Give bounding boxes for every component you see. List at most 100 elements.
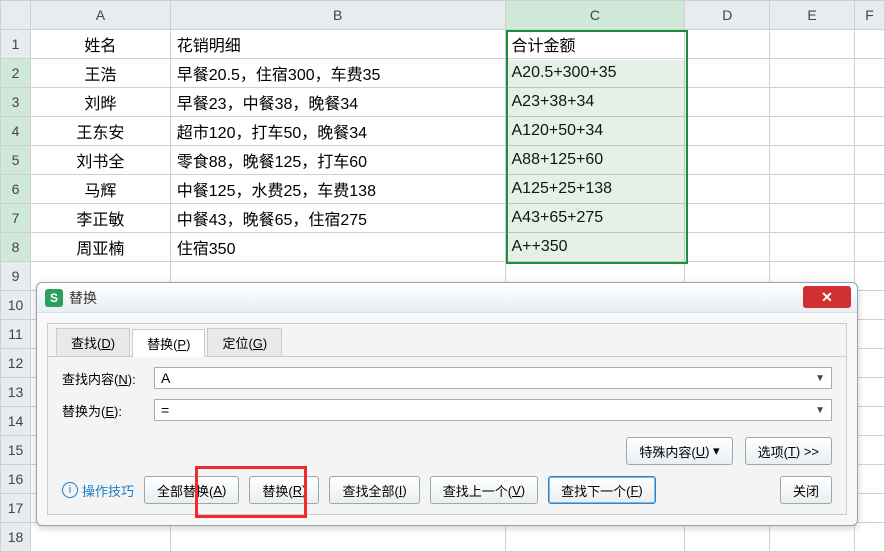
row-header[interactable]: 9: [1, 262, 31, 291]
cell[interactable]: [770, 175, 855, 204]
cell[interactable]: [770, 233, 855, 262]
tab-replace[interactable]: 替换(P): [132, 329, 205, 357]
select-all-corner[interactable]: [1, 1, 31, 30]
row-header[interactable]: 2: [1, 59, 31, 88]
cell[interactable]: 王东安: [30, 117, 170, 146]
cell[interactable]: [855, 117, 885, 146]
row-header[interactable]: 6: [1, 175, 31, 204]
cell[interactable]: 王浩: [30, 59, 170, 88]
cell[interactable]: [770, 59, 855, 88]
cell[interactable]: 刘书全: [30, 146, 170, 175]
cell[interactable]: [855, 523, 885, 552]
cell[interactable]: [855, 30, 885, 59]
replace-button[interactable]: 替换(R): [249, 476, 319, 504]
cell[interactable]: [685, 523, 770, 552]
cell[interactable]: [855, 233, 885, 262]
cell[interactable]: [685, 204, 770, 233]
cell[interactable]: A43+65+275: [505, 204, 685, 233]
tips-link[interactable]: i 操作技巧: [62, 481, 134, 500]
cell[interactable]: [855, 465, 885, 494]
row-header[interactable]: 12: [1, 349, 31, 378]
chevron-down-icon[interactable]: ▼: [815, 373, 825, 384]
cell[interactable]: 住宿350: [170, 233, 505, 262]
cell[interactable]: 早餐20.5，住宿300，车费35: [170, 59, 505, 88]
find-input[interactable]: A ▼: [154, 367, 832, 389]
cell[interactable]: [855, 291, 885, 320]
replace-all-button[interactable]: 全部替换(A): [144, 476, 239, 504]
row-header[interactable]: 7: [1, 204, 31, 233]
col-header-D[interactable]: D: [685, 1, 770, 30]
cell[interactable]: [30, 523, 170, 552]
row-header[interactable]: 15: [1, 436, 31, 465]
find-all-button[interactable]: 查找全部(I): [329, 476, 419, 504]
cell[interactable]: [855, 407, 885, 436]
cell[interactable]: 马辉: [30, 175, 170, 204]
row-header[interactable]: 5: [1, 146, 31, 175]
dialog-titlebar[interactable]: S 替换 ✕: [37, 283, 857, 313]
cell[interactable]: [770, 88, 855, 117]
cell[interactable]: [855, 204, 885, 233]
cell[interactable]: 合计金额: [505, 30, 685, 59]
options-button[interactable]: 选项(T) >>: [745, 437, 832, 465]
cell[interactable]: A125+25+138: [505, 175, 685, 204]
cell[interactable]: 中餐125，水费25，车费138: [170, 175, 505, 204]
find-next-button[interactable]: 查找下一个(F): [548, 476, 656, 504]
close-button[interactable]: 关闭: [780, 476, 832, 504]
cell[interactable]: [855, 494, 885, 523]
special-content-button[interactable]: 特殊内容(U) ▾: [626, 437, 732, 465]
row-header[interactable]: 1: [1, 30, 31, 59]
cell[interactable]: [855, 320, 885, 349]
cell[interactable]: [770, 204, 855, 233]
cell[interactable]: [685, 59, 770, 88]
cell[interactable]: 早餐23，中餐38，晚餐34: [170, 88, 505, 117]
cell[interactable]: [505, 523, 685, 552]
row-header[interactable]: 10: [1, 291, 31, 320]
row-header[interactable]: 8: [1, 233, 31, 262]
cell[interactable]: 姓名: [30, 30, 170, 59]
cell[interactable]: 刘晔: [30, 88, 170, 117]
cell[interactable]: 李正敏: [30, 204, 170, 233]
cell[interactable]: [170, 523, 505, 552]
cell[interactable]: A23+38+34: [505, 88, 685, 117]
cell[interactable]: [770, 30, 855, 59]
cell[interactable]: A++350: [505, 233, 685, 262]
col-header-E[interactable]: E: [770, 1, 855, 30]
cell[interactable]: [770, 146, 855, 175]
cell[interactable]: [685, 117, 770, 146]
col-header-A[interactable]: A: [30, 1, 170, 30]
cell[interactable]: [685, 233, 770, 262]
cell[interactable]: A20.5+300+35: [505, 59, 685, 88]
col-header-C[interactable]: C: [505, 1, 685, 30]
cell[interactable]: [855, 59, 885, 88]
find-prev-button[interactable]: 查找上一个(V): [430, 476, 538, 504]
cell[interactable]: A120+50+34: [505, 117, 685, 146]
cell[interactable]: [685, 175, 770, 204]
row-header[interactable]: 17: [1, 494, 31, 523]
tab-goto[interactable]: 定位(G): [207, 328, 282, 356]
cell[interactable]: [855, 146, 885, 175]
cell[interactable]: 周亚楠: [30, 233, 170, 262]
row-header[interactable]: 13: [1, 378, 31, 407]
cell[interactable]: 超市120，打车50，晚餐34: [170, 117, 505, 146]
cell[interactable]: [855, 262, 885, 291]
cell[interactable]: [685, 30, 770, 59]
cell[interactable]: [855, 436, 885, 465]
cell[interactable]: [770, 117, 855, 146]
replace-input[interactable]: = ▼: [154, 399, 832, 421]
row-header[interactable]: 11: [1, 320, 31, 349]
cell[interactable]: [855, 88, 885, 117]
cell[interactable]: [855, 175, 885, 204]
row-header[interactable]: 16: [1, 465, 31, 494]
cell[interactable]: 中餐43，晚餐65，住宿275: [170, 204, 505, 233]
cell[interactable]: [685, 146, 770, 175]
col-header-F[interactable]: F: [855, 1, 885, 30]
cell[interactable]: 花销明细: [170, 30, 505, 59]
cell[interactable]: [855, 349, 885, 378]
chevron-down-icon[interactable]: ▼: [815, 405, 825, 416]
row-header[interactable]: 3: [1, 88, 31, 117]
row-header[interactable]: 18: [1, 523, 31, 552]
close-icon[interactable]: ✕: [803, 286, 851, 308]
cell[interactable]: [770, 523, 855, 552]
cell[interactable]: A88+125+60: [505, 146, 685, 175]
cell[interactable]: [685, 88, 770, 117]
